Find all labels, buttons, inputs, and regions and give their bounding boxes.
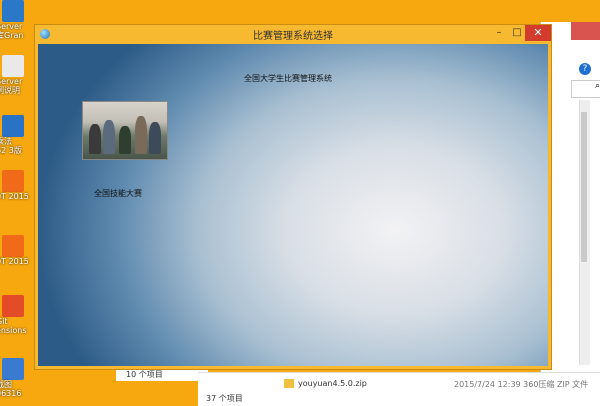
desktop-icon-7[interactable]: 截图 06316 <box>0 358 30 398</box>
explorer-file-list: youyuan4.5.0.zip 2015/7/24 12:39 360压缩 Z… <box>198 372 600 406</box>
person-figure <box>149 122 161 154</box>
screenshot-icon <box>2 358 24 380</box>
minimize-button[interactable]: – <box>490 25 508 41</box>
desktop-icon-label: Server <box>0 77 23 86</box>
competition-select-window: 比赛管理系统选择 – □ ✕ 全国大学生比赛管理系统 全国技能大赛 <box>34 24 552 370</box>
desktop-icon-label: Git <box>0 317 8 326</box>
close-button[interactable]: ✕ <box>525 25 551 41</box>
document-icon <box>2 55 24 77</box>
desktop-icon-label: Server <box>0 22 23 31</box>
items-count-top: 10 个项目 <box>116 369 208 381</box>
desktop-icon-label: 乘法 <box>0 137 12 146</box>
zip-file-icon <box>284 379 294 388</box>
desktop-icon-3[interactable]: 乘法 62 3版 <box>0 115 30 155</box>
search-icon[interactable]: ⌕ <box>571 80 600 98</box>
person-figure <box>89 124 101 154</box>
desktop-icon-label: 截图 <box>0 380 12 389</box>
file-row[interactable]: youyuan4.5.0.zip 2015/7/24 12:39 360压缩 Z… <box>198 377 600 391</box>
desktop-icon-5[interactable]: 0T 2015 <box>0 235 30 266</box>
help-icon[interactable]: ? <box>579 63 591 75</box>
desktop-icon-label-2: ensions <box>0 326 27 335</box>
desktop-icon-4[interactable]: 0T 2015 <box>0 170 30 201</box>
desktop-icon-label-2: 62 3版 <box>0 146 22 155</box>
scrollbar-thumb[interactable] <box>581 112 587 262</box>
status-bar: 37 个项目 <box>206 394 243 403</box>
desktop-icon-label: 0T 2015 <box>0 192 29 201</box>
app-icon <box>2 115 24 137</box>
system-title-label: 全国大学生比赛管理系统 <box>244 74 332 83</box>
desktop-icon-label-2: 例说明 <box>0 86 20 95</box>
person-figure <box>119 126 131 154</box>
desktop-icon-label-2: 库Gran <box>0 31 24 40</box>
file-name: youyuan4.5.0.zip <box>298 379 367 388</box>
server-icon <box>2 0 24 22</box>
competition-photo[interactable] <box>82 101 168 160</box>
person-figure <box>103 120 115 154</box>
app-icon <box>2 170 24 192</box>
person-figure <box>135 116 147 154</box>
app-icon <box>2 235 24 257</box>
desktop-icon-6[interactable]: Git ensions <box>0 295 30 335</box>
competition-label[interactable]: 全国技能大赛 <box>94 188 142 199</box>
desktop-icon-2[interactable]: Server 例说明 <box>0 55 30 95</box>
desktop-icon-1[interactable]: Server 库Gran <box>0 0 30 40</box>
desktop-icon-label: 0T 2015 <box>0 257 29 266</box>
window-client-area: 全国大学生比赛管理系统 全国技能大赛 <box>38 44 548 366</box>
file-meta: 2015/7/24 12:39 360压缩 ZIP 文件 <box>454 380 589 389</box>
desktop-icon-label-2: 06316 <box>0 389 22 398</box>
window-title: 比赛管理系统选择 <box>253 31 333 42</box>
title-bar[interactable]: 比赛管理系统选择 – □ ✕ <box>35 25 551 43</box>
maximize-button[interactable]: □ <box>508 25 526 41</box>
explorer-close-button[interactable] <box>571 22 600 40</box>
git-icon <box>2 295 24 317</box>
